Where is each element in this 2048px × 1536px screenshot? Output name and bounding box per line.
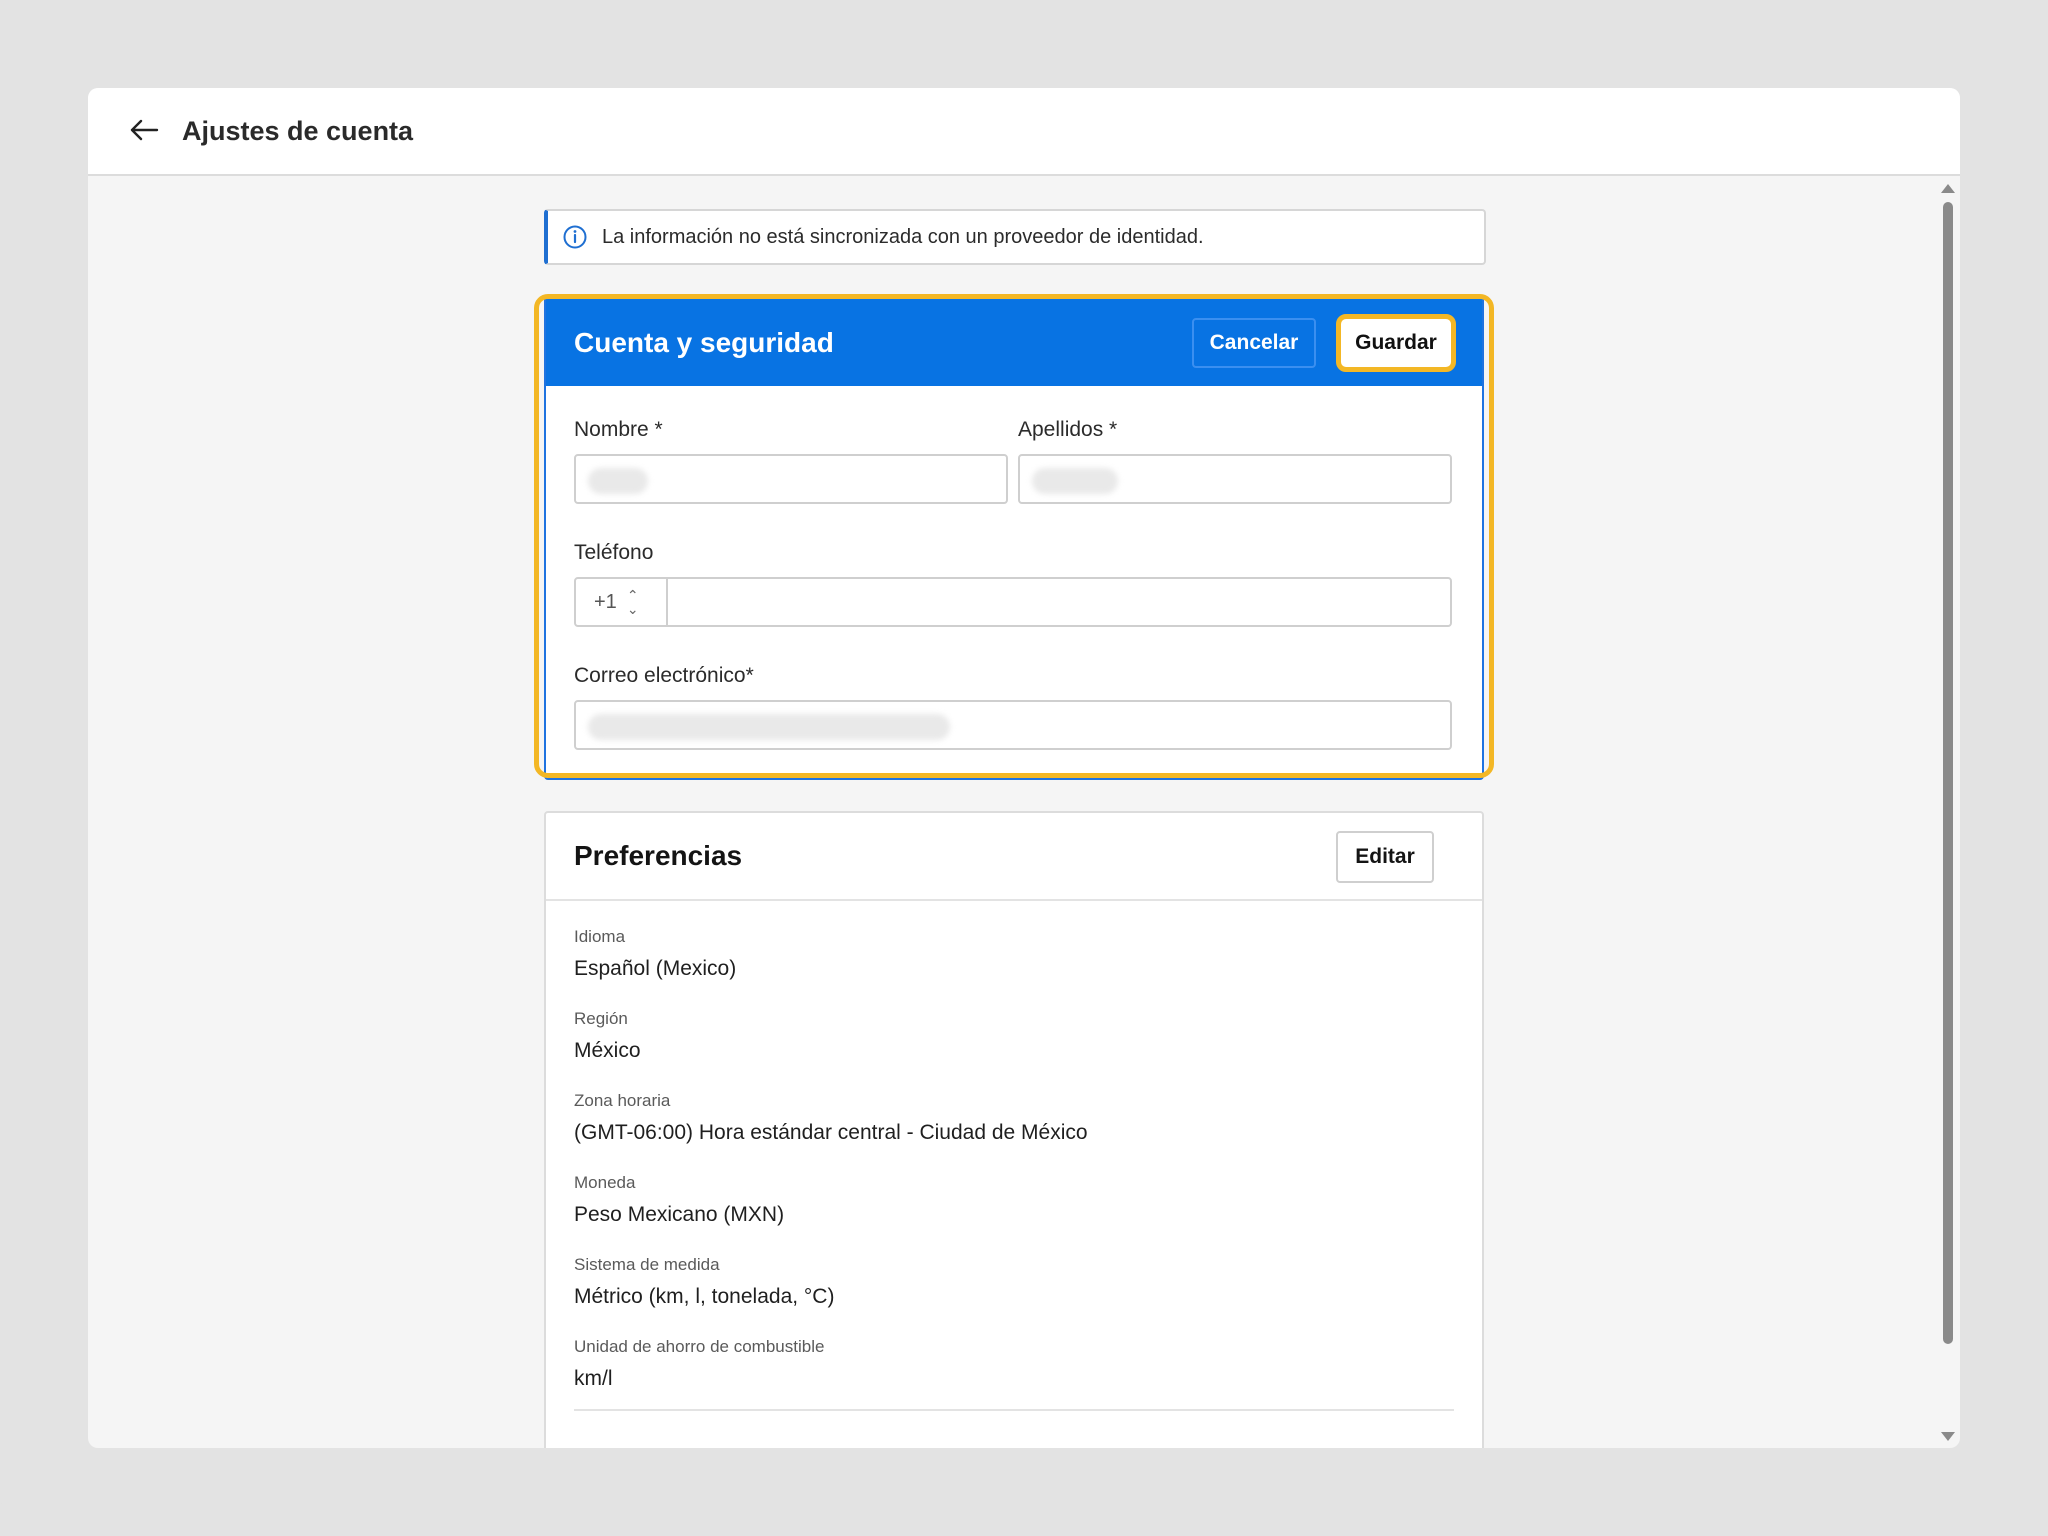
pref-label: Unidad de ahorro de combustible xyxy=(574,1337,825,1356)
first-name-field[interactable] xyxy=(574,454,1008,504)
info-banner: La información no está sincronizada con … xyxy=(544,209,1486,265)
device-frame: Ajustes de cuenta La información no está… xyxy=(0,0,2048,1536)
pref-region: Región México xyxy=(574,1009,641,1063)
first-name-redacted-value xyxy=(588,468,648,494)
pref-label: Moneda xyxy=(574,1173,636,1192)
divider xyxy=(574,1409,1454,1411)
pref-label: Idioma xyxy=(574,927,626,946)
scrollbar-thumb[interactable] xyxy=(1943,202,1953,1344)
back-button[interactable] xyxy=(122,108,166,152)
account-security-card: Cuenta y seguridad Cancelar Guardar Nomb… xyxy=(544,296,1484,780)
pref-value: Métrico (km, l, tonelada, °C) xyxy=(574,1285,835,1308)
pref-language: Idioma Español (Mexico) xyxy=(574,927,736,981)
email-label: Correo electrónico* xyxy=(574,664,754,687)
phone-number-input[interactable] xyxy=(670,579,1450,625)
pref-value: km/l xyxy=(574,1367,613,1390)
phone-field: +1 ⌃ ⌄ xyxy=(574,577,1452,627)
save-button[interactable]: Guardar xyxy=(1336,314,1456,372)
pref-label: Sistema de medida xyxy=(574,1255,720,1274)
chevron-up-down-icon: ⌃ ⌄ xyxy=(626,587,639,617)
email-redacted-value xyxy=(588,714,950,740)
pref-measurement-system: Sistema de medida Métrico (km, l, tonela… xyxy=(574,1255,834,1309)
scroll-up-arrow-icon[interactable] xyxy=(1941,184,1955,193)
last-name-label: Apellidos * xyxy=(1018,418,1118,441)
cancel-button[interactable]: Cancelar xyxy=(1192,318,1316,368)
info-circle-icon xyxy=(563,225,587,249)
last-name-redacted-value xyxy=(1032,468,1118,494)
top-bar: Ajustes de cuenta xyxy=(88,88,1960,176)
scroll-down-arrow-icon[interactable] xyxy=(1941,1432,1955,1441)
phone-country-code: +1 xyxy=(594,590,617,613)
account-card-title: Cuenta y seguridad xyxy=(574,327,834,358)
pref-label: Región xyxy=(574,1009,628,1028)
account-card-header: Cuenta y seguridad Cancelar Guardar xyxy=(546,298,1482,386)
phone-label: Teléfono xyxy=(574,541,654,564)
edit-preferences-button[interactable]: Editar xyxy=(1336,831,1434,883)
preferences-title: Preferencias xyxy=(574,840,743,871)
pref-currency: Moneda Peso Mexicano (MXN) xyxy=(574,1173,784,1227)
email-field[interactable] xyxy=(574,700,1452,750)
pref-fuel-economy-unit: Unidad de ahorro de combustible km/l xyxy=(574,1337,824,1391)
pref-value: Peso Mexicano (MXN) xyxy=(574,1203,785,1226)
pref-label: Zona horaria xyxy=(574,1091,671,1110)
phone-country-select[interactable]: +1 ⌃ ⌄ xyxy=(576,579,668,625)
first-name-label: Nombre * xyxy=(574,418,663,441)
preferences-card: Preferencias Editar Idioma Español (Mexi… xyxy=(544,811,1484,1448)
app-window: Ajustes de cuenta La información no está… xyxy=(88,88,1960,1448)
info-banner-text: La información no está sincronizada con … xyxy=(602,225,1204,248)
last-name-field[interactable] xyxy=(1018,454,1452,504)
pref-value: México xyxy=(574,1039,641,1062)
page-title: Ajustes de cuenta xyxy=(182,116,414,146)
arrow-left-icon xyxy=(130,119,159,141)
pref-timezone: Zona horaria (GMT-06:00) Hora estándar c… xyxy=(574,1091,1088,1145)
preferences-header: Preferencias Editar xyxy=(546,813,1482,901)
pref-value: Español (Mexico) xyxy=(574,957,737,980)
pref-value: (GMT-06:00) Hora estándar central - Ciud… xyxy=(574,1121,1088,1144)
